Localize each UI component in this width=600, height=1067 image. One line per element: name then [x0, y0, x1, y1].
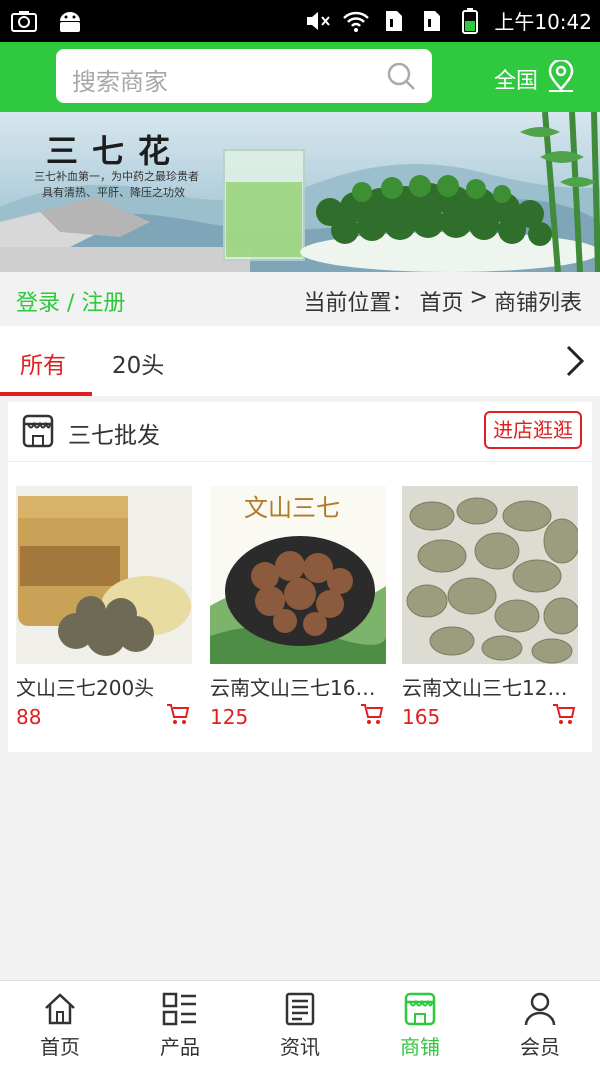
nav-news[interactable]: 资讯: [240, 991, 360, 1060]
banner-line1: 三七补血第一，为中药之最珍贵者: [34, 170, 199, 183]
status-bar: 上午10:42: [0, 0, 600, 42]
store-icon: [360, 991, 480, 1027]
category-tabs: 所有 20头: [0, 326, 600, 396]
home-icon: [0, 991, 120, 1027]
breadcrumb-separator: >: [469, 285, 488, 310]
shop-card: 三七批发 进店逛逛 文山三七200头 88 文山三七 云南文山三七160头 12…: [8, 402, 592, 752]
store-icon: [22, 414, 54, 452]
user-icon: [480, 991, 600, 1027]
search-input[interactable]: 搜索商家: [56, 49, 432, 103]
product-item[interactable]: 文山三七 云南文山三七160头 125: [210, 486, 388, 729]
android-icon: [56, 8, 84, 34]
status-time: 上午10:42: [494, 10, 592, 34]
promo-banner[interactable]: 三七花 三七补血第一，为中药之最珍贵者 具有清热、平肝、降压之功效: [0, 112, 600, 272]
product-item[interactable]: 云南文山三七120头 165: [402, 486, 580, 729]
nav-stores[interactable]: 商铺: [360, 991, 480, 1060]
breadcrumb-bar: 登录 / 注册 当前位置： 首页 > 商铺列表: [0, 272, 600, 326]
chevron-right-icon[interactable]: [564, 344, 586, 382]
tab-20tou[interactable]: 20头: [112, 346, 164, 380]
visit-store-button[interactable]: 进店逛逛: [484, 411, 582, 449]
sim2-icon: [418, 8, 446, 34]
search-placeholder: 搜索商家: [72, 68, 168, 96]
location-pin-icon: [546, 58, 576, 98]
region-label: 全国: [494, 69, 539, 94]
nav-member-label: 会员: [520, 1035, 560, 1059]
add-to-cart-icon[interactable]: [166, 703, 190, 729]
nav-member[interactable]: 会员: [480, 991, 600, 1060]
wifi-icon: [342, 8, 370, 34]
product-image[interactable]: 文山三七: [210, 486, 386, 664]
battery-icon: [456, 7, 484, 34]
product-image[interactable]: [16, 486, 192, 664]
product-item[interactable]: 文山三七200头 88: [16, 486, 194, 729]
header-bar: 搜索商家 全国: [0, 42, 600, 112]
nav-products-label: 产品: [160, 1035, 200, 1059]
banner-title: 三七花: [46, 132, 185, 170]
breadcrumb-prefix: 当前位置：: [303, 291, 414, 316]
product-image-title: 文山三七: [244, 494, 340, 522]
nav-news-label: 资讯: [280, 1035, 320, 1059]
add-to-cart-icon[interactable]: [552, 703, 576, 729]
news-icon: [240, 991, 360, 1027]
add-to-cart-icon[interactable]: [360, 703, 384, 729]
login-register-link[interactable]: 登录 / 注册: [16, 285, 125, 317]
tab-all[interactable]: 所有: [20, 346, 66, 380]
product-name[interactable]: 云南文山三七160头: [210, 672, 388, 701]
shop-name[interactable]: 三七批发: [68, 416, 160, 450]
product-image[interactable]: [402, 486, 578, 664]
breadcrumb-current: 商铺列表: [493, 291, 582, 316]
banner-line2: 具有清热、平肝、降压之功效: [42, 186, 185, 199]
active-tab-indicator: [0, 392, 92, 396]
sim1-icon: [380, 8, 408, 34]
nav-stores-label: 商铺: [400, 1035, 440, 1059]
nav-products[interactable]: 产品: [120, 991, 240, 1060]
product-name[interactable]: 文山三七200头: [16, 672, 194, 701]
search-icon[interactable]: [386, 61, 416, 95]
product-name[interactable]: 云南文山三七120头: [402, 672, 580, 701]
screenshot-icon: [10, 8, 38, 34]
grid-list-icon: [120, 991, 240, 1027]
bottom-navigation: 首页 产品 资讯 商铺 会员: [0, 980, 600, 1067]
region-selector[interactable]: 全国: [494, 58, 576, 98]
nav-home[interactable]: 首页: [0, 991, 120, 1060]
breadcrumb: 当前位置： 首页 > 商铺列表: [304, 285, 582, 317]
nav-home-label: 首页: [40, 1035, 80, 1059]
breadcrumb-home[interactable]: 首页: [420, 285, 464, 317]
mute-icon: [304, 8, 332, 34]
shop-header: 三七批发 进店逛逛: [8, 402, 592, 462]
